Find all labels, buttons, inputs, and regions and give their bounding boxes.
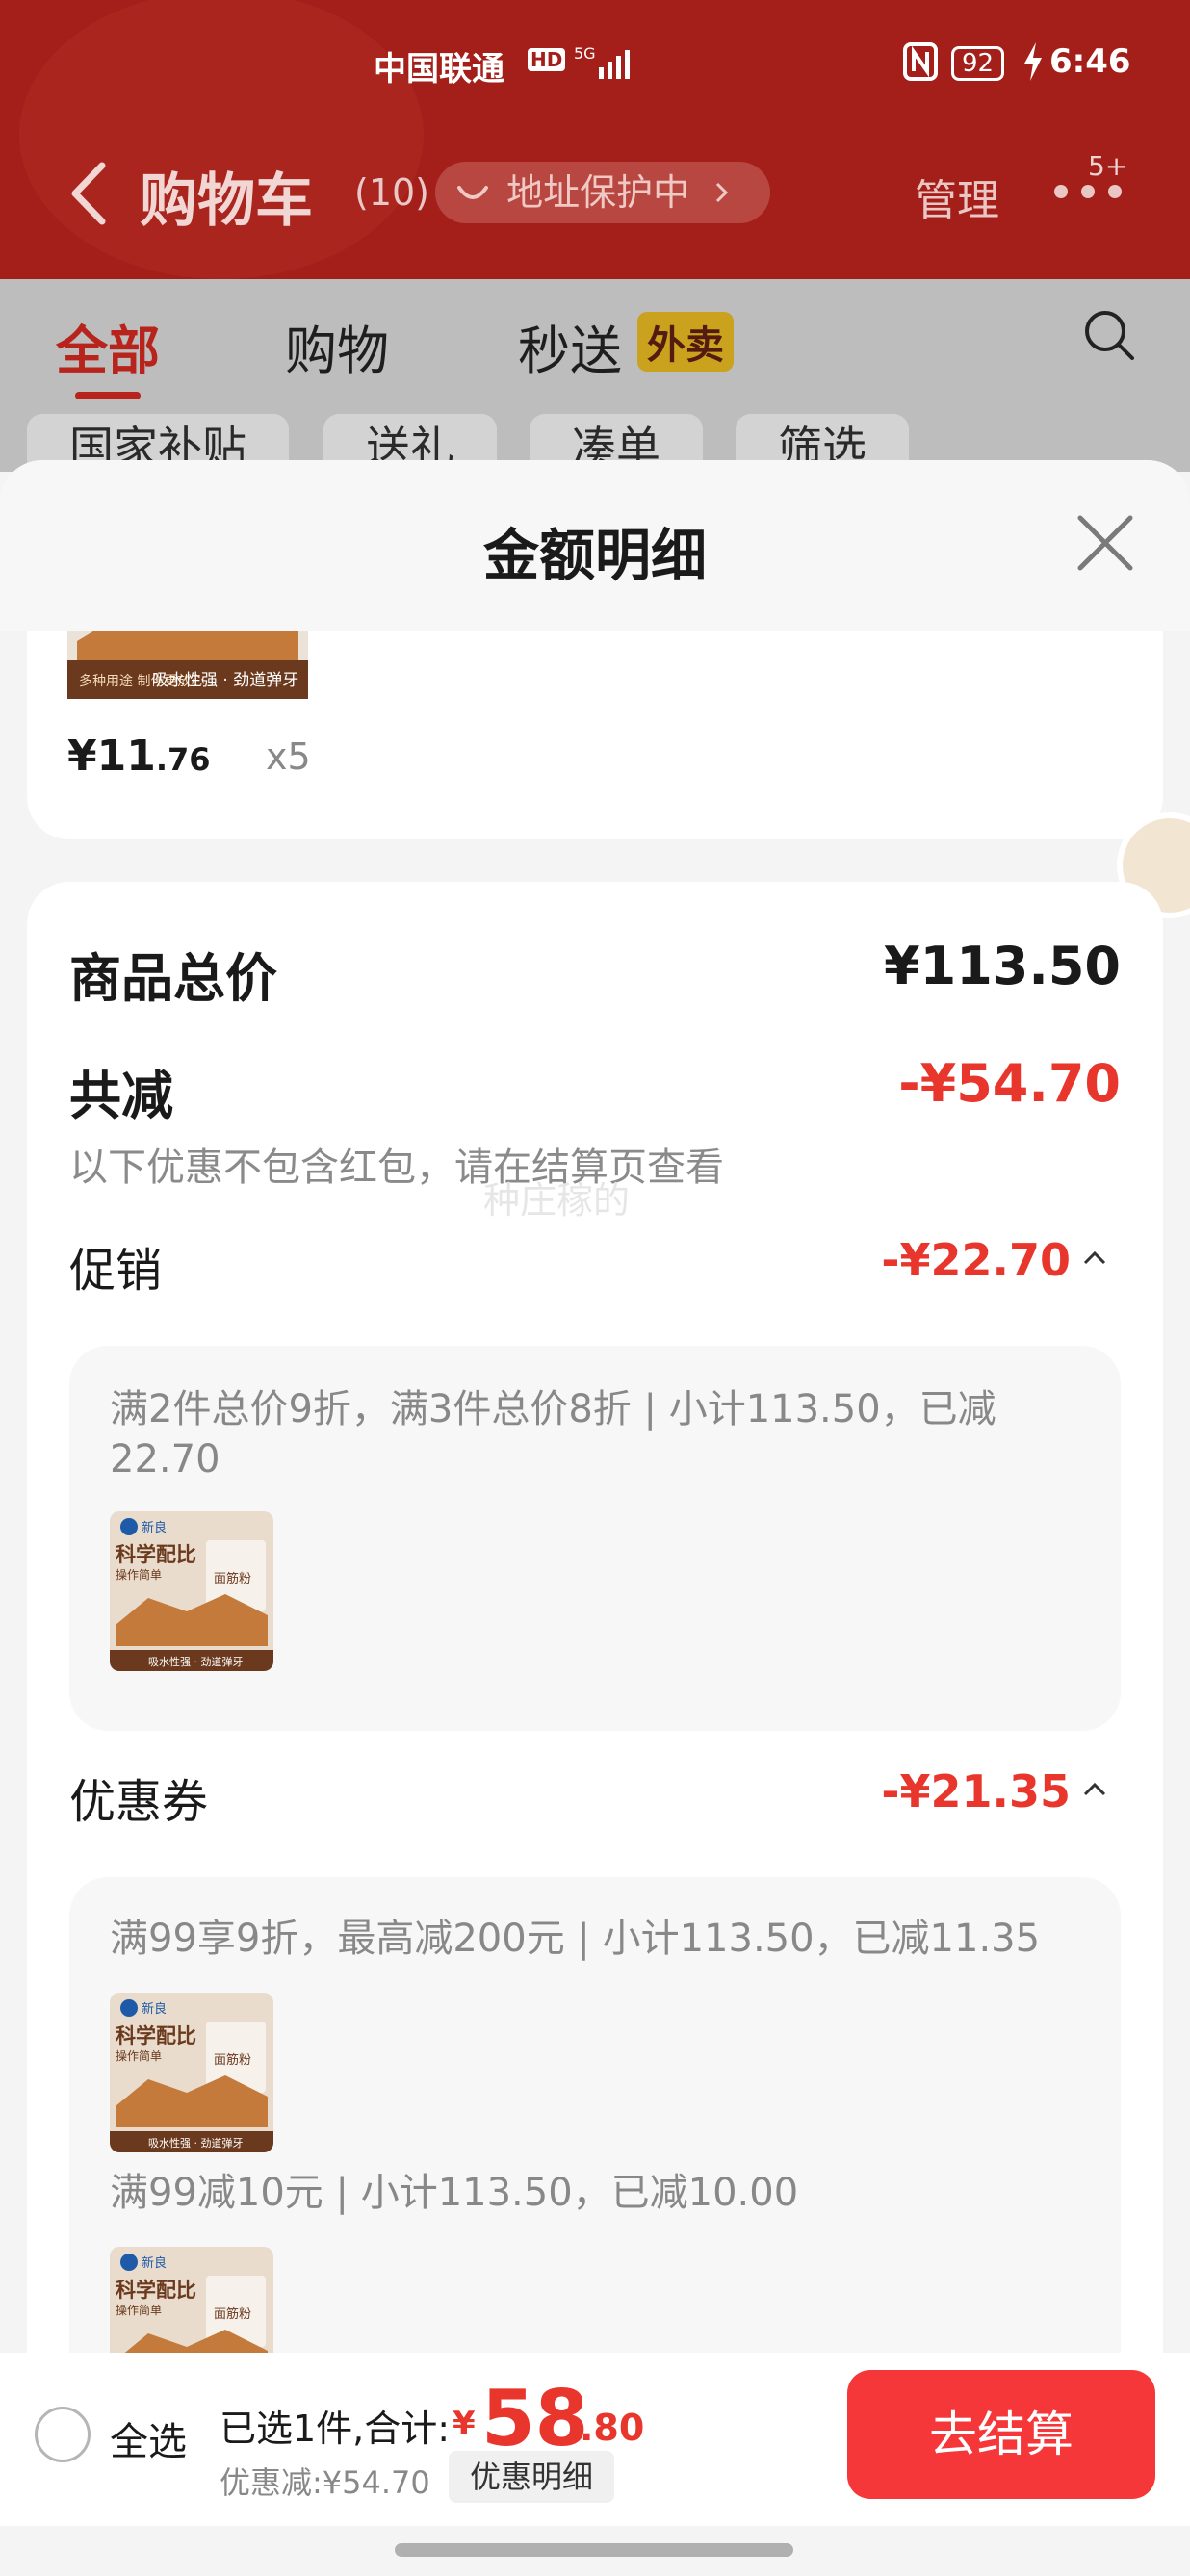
total-price-value: ¥113.50 <box>884 936 1121 996</box>
total-reduction-label: 共减 <box>69 1066 173 1126</box>
product-thumbnail[interactable]: 新良 科学配比 操作简单 面筋粉 吸水性强 · 劲道弹牙 <box>110 1993 273 2152</box>
status-bar: 中国联通 HD 5G 92 6:46 <box>0 42 1190 90</box>
cart-count: (10) <box>354 171 430 214</box>
thumb-headline: 科学配比 <box>116 2024 196 2048</box>
total-price-label: 商品总价 <box>69 948 277 1009</box>
thumb-strip-text: 吸水性强 · 劲道弹牙 <box>152 671 298 690</box>
select-all-checkbox[interactable] <box>35 2407 91 2462</box>
manage-button[interactable]: 管理 <box>915 166 999 227</box>
total-reduction-value: -¥54.70 <box>898 1053 1121 1114</box>
item-quantity: x5 <box>266 735 311 778</box>
network-type: 5G <box>574 44 596 63</box>
promotion-detail-box: 满2件总价9折，满3件总价8折 | 小计113.50，已减22.70 新良 科学… <box>69 1346 1121 1731</box>
chevron-up-icon[interactable] <box>1082 1249 1107 1267</box>
product-card: 多种用途 制作更放心 吸水性强 · 劲道弹牙 ¥11.76 x5 <box>27 631 1163 839</box>
signal-icon <box>599 50 630 79</box>
nfc-icon <box>903 42 938 81</box>
checkout-bar: 全选 已选1件,合计: ¥ 58 .80 优惠减:¥54.70 优惠明细 去结算 <box>0 2353 1190 2526</box>
item-price: ¥11.76 <box>67 732 211 781</box>
thumb-headline: 科学配比 <box>116 2279 196 2302</box>
select-all-label[interactable]: 全选 <box>110 2410 187 2466</box>
charging-icon <box>1024 42 1042 81</box>
category-tabs: 全部 购物 秒送 外卖 国家补贴 送礼 凑单 筛选 <box>0 279 1190 481</box>
thumb-brand: 新良 <box>142 1520 167 1535</box>
home-indicator[interactable] <box>395 2543 793 2557</box>
title-bar: 购物车 (10) 地址保护中 管理 5+ <box>0 150 1190 235</box>
shield-smile-icon <box>456 162 495 223</box>
thumb-subtitle: 操作简单 <box>116 2303 162 2317</box>
hd-indicator: HD <box>528 48 566 71</box>
discount-detail-button[interactable]: 优惠明细 <box>449 2451 615 2503</box>
tab-shopping[interactable]: 购物 <box>285 308 389 384</box>
promotion-detail-text: 满2件总价9折，满3件总价8折 | 小计113.50，已减22.70 <box>110 1387 996 1481</box>
coupon-label: 优惠券 <box>69 1775 209 1829</box>
total-amount-decimal: .80 <box>580 2407 645 2449</box>
watermark-text: 种庄稼的 <box>483 1179 631 1222</box>
tab-all[interactable]: 全部 <box>56 308 160 399</box>
clock: 6:46 <box>1049 42 1131 81</box>
thumb-brand: 新良 <box>142 2001 167 2017</box>
checkout-button[interactable]: 去结算 <box>847 2370 1155 2499</box>
search-icon[interactable] <box>1082 308 1138 364</box>
tab-instant-delivery[interactable]: 秒送 <box>518 308 622 384</box>
battery-level: 92 <box>951 46 1005 81</box>
item-price-decimal: .76 <box>155 741 211 778</box>
sheet-header: 金额明细 <box>0 460 1190 631</box>
amount-breakdown-card: 商品总价 ¥113.50 共减 -¥54.70 以下优惠不包含红包，请在结算页查… <box>27 882 1163 2353</box>
thumb-subtitle: 操作简单 <box>116 1567 162 1582</box>
carrier-name: 中国联通 <box>374 50 504 89</box>
item-price-main: ¥11 <box>67 732 156 781</box>
thumb-strip-text: 吸水性强 · 劲道弹牙 <box>148 2136 244 2150</box>
takeout-tag: 外卖 <box>637 312 734 372</box>
address-protection-pill[interactable]: 地址保护中 <box>435 162 770 223</box>
close-icon[interactable] <box>1076 514 1134 572</box>
sheet-title: 金额明细 <box>482 523 707 588</box>
thumb-pack-label: 面筋粉 <box>214 1571 251 1586</box>
thumb-strip-text: 吸水性强 · 劲道弹牙 <box>148 1655 244 1668</box>
chevron-up-icon[interactable] <box>1082 1781 1107 1798</box>
discount-summary: 优惠减:¥54.70 <box>220 2464 430 2501</box>
product-thumbnail[interactable]: 多种用途 制作更放心 吸水性强 · 劲道弹牙 <box>67 631 308 699</box>
coupon-value: -¥21.35 <box>881 1765 1071 1817</box>
total-currency: ¥ <box>453 2405 476 2443</box>
coupon-detail-text-2: 满99减10元 | 小计113.50，已减10.00 <box>110 2171 799 2215</box>
header: 中国联通 HD 5G 92 6:46 购物车 (10) 地址保护中 管理 5+ <box>0 0 1190 279</box>
thumb-brand: 新良 <box>142 2255 167 2271</box>
promotion-value: -¥22.70 <box>881 1234 1071 1286</box>
product-thumbnail[interactable]: 新良 科学配比 操作简单 面筋粉 吸水性强 · 劲道弹牙 <box>110 1511 273 1671</box>
thumb-pack-label: 面筋粉 <box>214 2306 251 2322</box>
page-title: 购物车 <box>140 167 313 235</box>
thumb-headline: 科学配比 <box>116 1543 196 1566</box>
address-protection-label: 地址保护中 <box>506 171 690 214</box>
message-badge: 5+ <box>1088 150 1128 182</box>
selected-summary: 已选1件,合计: <box>220 2408 451 2450</box>
coupon-detail-text-1: 满99享9折，最高减200元 | 小计113.50，已减11.35 <box>110 1917 1041 1961</box>
amount-detail-sheet: 金额明细 多种用途 制作更放心 吸水性强 · 劲道弹牙 ¥11.76 x5 商品… <box>0 460 1190 2353</box>
coupon-detail-box: 满99享9折，最高减200元 | 小计113.50，已减11.35 新良 科学配… <box>69 1877 1121 2353</box>
thumb-pack-label: 面筋粉 <box>214 2052 251 2068</box>
chevron-right-icon <box>716 182 729 203</box>
promotion-label: 促销 <box>69 1244 163 1298</box>
thumb-subtitle: 操作简单 <box>116 2048 162 2063</box>
back-arrow-icon[interactable] <box>67 160 110 227</box>
product-thumbnail[interactable]: 新良 科学配比 操作简单 面筋粉 <box>110 2247 273 2353</box>
